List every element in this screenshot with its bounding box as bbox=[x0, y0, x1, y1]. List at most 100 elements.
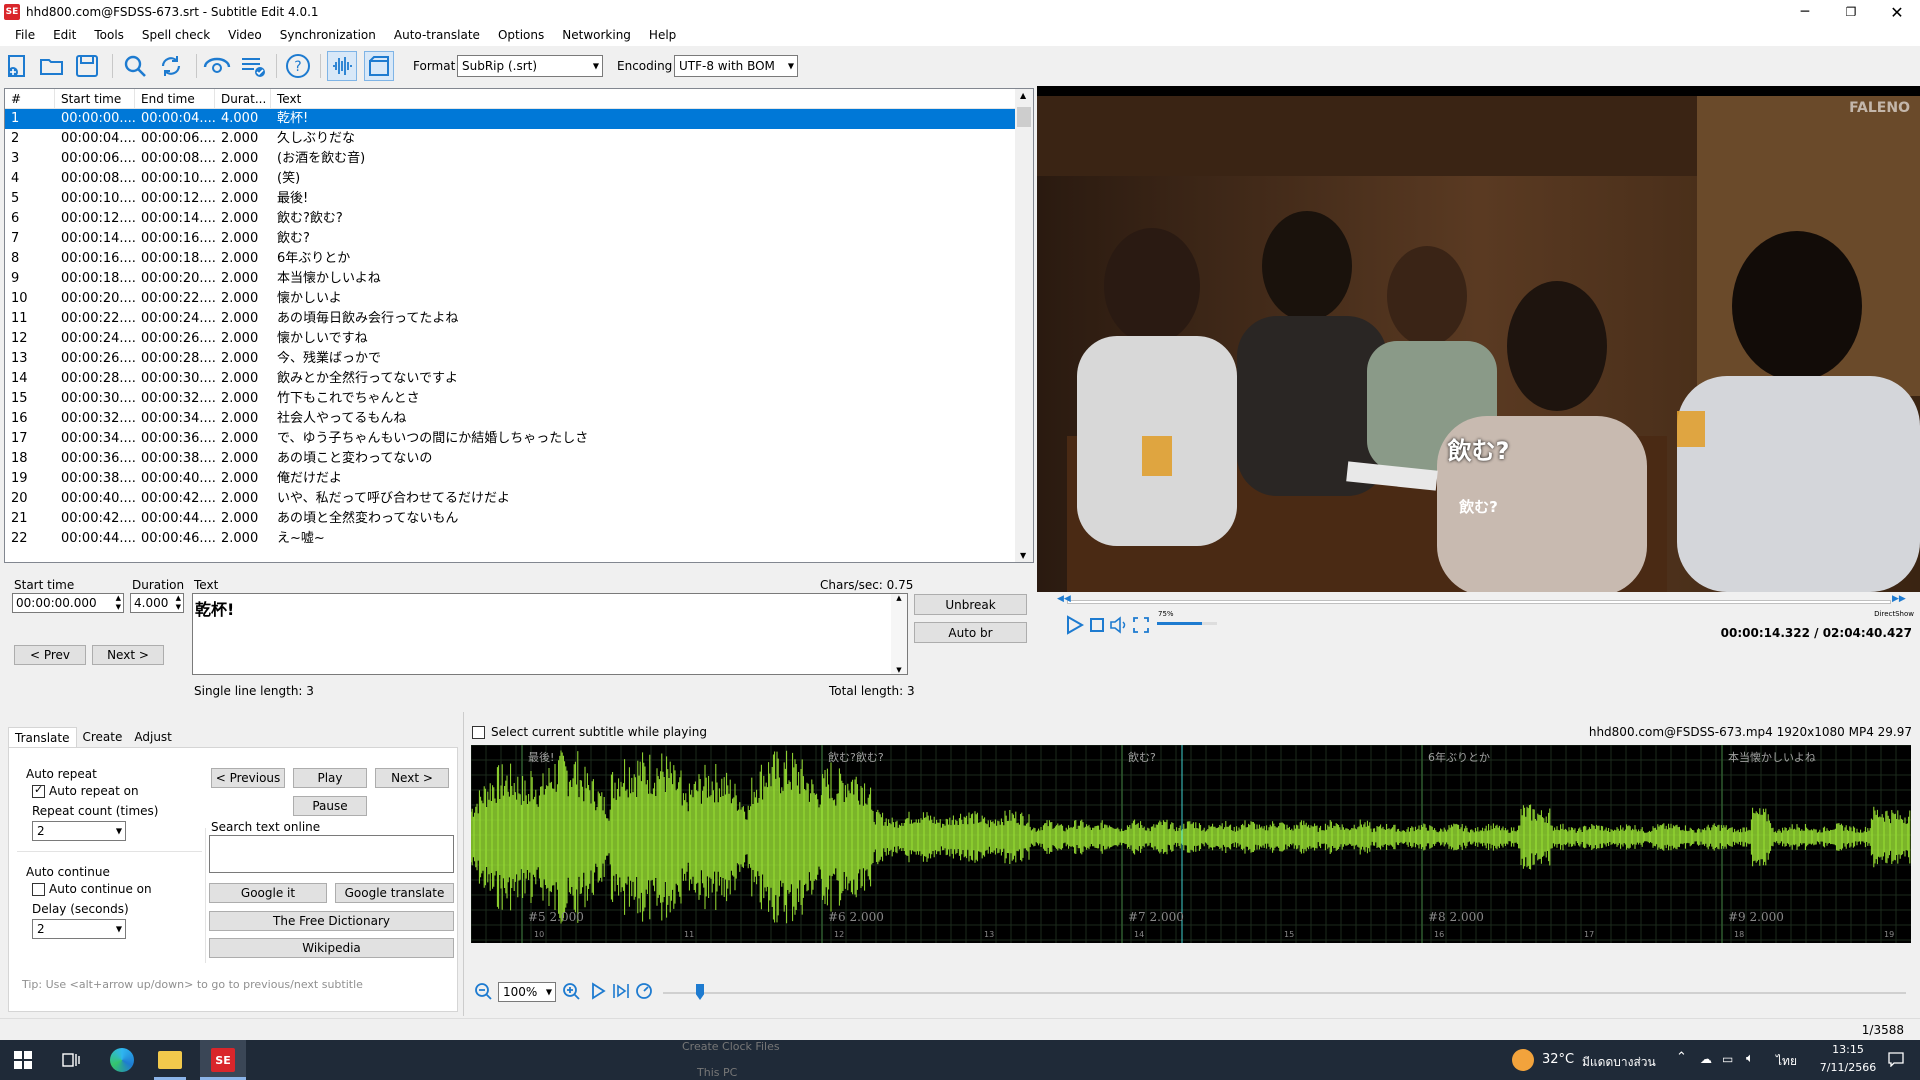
col-start-time[interactable]: Start time bbox=[55, 89, 135, 108]
repeat-count-select[interactable]: 2 ▼ bbox=[32, 821, 126, 841]
scroll-thumb[interactable] bbox=[1017, 107, 1031, 127]
menu-options[interactable]: Options bbox=[489, 28, 553, 42]
table-row[interactable]: 20 00:00:40.... 00:00:42.... 2.000 いや、私だって呼び… bbox=[5, 489, 1015, 509]
menu-video[interactable]: Video bbox=[219, 28, 271, 42]
table-row[interactable]: 11 00:00:22.... 00:00:24.... 2.000 あの頃毎日飲み会行… bbox=[5, 309, 1015, 329]
notification-icon[interactable] bbox=[1888, 1051, 1904, 1070]
tab-adjust[interactable]: Adjust bbox=[128, 727, 178, 747]
col-duration[interactable]: Durat... bbox=[215, 89, 271, 108]
free-dictionary-button[interactable]: The Free Dictionary bbox=[209, 911, 454, 931]
table-row[interactable]: 18 00:00:36.... 00:00:38.... 2.000 あの頃こと変わって… bbox=[5, 449, 1015, 469]
waveform-toggle-icon[interactable] bbox=[327, 51, 357, 81]
wikipedia-button[interactable]: Wikipedia bbox=[209, 938, 454, 958]
find-icon[interactable] bbox=[120, 51, 150, 81]
table-row[interactable]: 4 00:00:08.... 00:00:10.... 2.000 (笑) bbox=[5, 169, 1015, 189]
play-icon[interactable] bbox=[1063, 614, 1085, 639]
table-row[interactable]: 5 00:00:10.... 00:00:12.... 2.000 最後! bbox=[5, 189, 1015, 209]
checkbox-unchecked-icon[interactable] bbox=[472, 725, 485, 739]
table-row[interactable]: 14 00:00:28.... 00:00:30.... 2.000 飲みとか全然行って… bbox=[5, 369, 1015, 389]
next-button[interactable]: Next > bbox=[92, 645, 164, 665]
chevron-up-icon[interactable]: ⌃ bbox=[1676, 1050, 1687, 1065]
table-row[interactable]: 9 00:00:18.... 00:00:20.... 2.000 本当懐かしいよね bbox=[5, 269, 1015, 289]
minimize-button[interactable]: ─ bbox=[1782, 0, 1828, 24]
checkbox-unchecked-icon[interactable] bbox=[32, 882, 45, 896]
format-select[interactable]: SubRip (.srt) ▼ bbox=[457, 55, 603, 77]
search-online-input[interactable] bbox=[209, 835, 454, 873]
clock-date[interactable]: 7/11/2566 bbox=[1808, 1061, 1888, 1074]
volume-icon[interactable] bbox=[1109, 616, 1129, 637]
google-it-button[interactable]: Google it bbox=[209, 883, 327, 903]
auto-br-button[interactable]: Auto br bbox=[914, 622, 1027, 643]
play-button[interactable]: Play bbox=[293, 768, 367, 788]
table-row[interactable]: 8 00:00:16.... 00:00:18.... 2.000 6年ぶりとか bbox=[5, 249, 1015, 269]
select-current-checkbox[interactable]: Select current subtitle while playing bbox=[472, 725, 707, 739]
subtitle-list[interactable]: # Start time End time Durat... Text 1 00:… bbox=[4, 88, 1034, 563]
spell-check-icon[interactable] bbox=[238, 51, 268, 81]
windows-start-icon[interactable] bbox=[14, 1051, 32, 1072]
replace-icon[interactable] bbox=[156, 51, 186, 81]
zoom-out-icon[interactable] bbox=[474, 982, 492, 1003]
waveform-play-icon[interactable] bbox=[589, 982, 607, 1003]
table-row[interactable]: 15 00:00:30.... 00:00:32.... 2.000 竹下もこれでちゃん… bbox=[5, 389, 1015, 409]
previous-button[interactable]: < Previous bbox=[211, 768, 285, 788]
file-explorer-icon[interactable] bbox=[158, 1051, 182, 1069]
google-translate-button[interactable]: Google translate bbox=[335, 883, 454, 903]
menu-networking[interactable]: Networking bbox=[553, 28, 640, 42]
open-folder-icon[interactable] bbox=[37, 51, 67, 81]
table-row[interactable]: 7 00:00:14.... 00:00:16.... 2.000 飲む? bbox=[5, 229, 1015, 249]
start-time-input[interactable]: 00:00:00.000 ▲ ▼ bbox=[12, 593, 124, 613]
menu-file[interactable]: File bbox=[6, 28, 44, 42]
duration-input[interactable]: 4.000 ▲ ▼ bbox=[130, 593, 184, 613]
table-row[interactable]: 1 00:00:00.... 00:00:04.... 4.000 乾杯! bbox=[5, 109, 1015, 129]
next-subtitle-button[interactable]: Next > bbox=[375, 768, 449, 788]
playback-speed-icon[interactable] bbox=[635, 982, 653, 1003]
table-row[interactable]: 19 00:00:38.... 00:00:40.... 2.000 俺だけだよ bbox=[5, 469, 1015, 489]
slider-thumb[interactable] bbox=[696, 984, 704, 1000]
task-view-icon[interactable] bbox=[62, 1051, 80, 1072]
menu-spell-check[interactable]: Spell check bbox=[133, 28, 219, 42]
table-row[interactable]: 13 00:00:26.... 00:00:28.... 2.000 今、残業ばっかで bbox=[5, 349, 1015, 369]
weather-temp[interactable]: 32°C bbox=[1542, 1052, 1574, 1067]
waveform-position-slider[interactable] bbox=[663, 992, 1906, 994]
col-text[interactable]: Text bbox=[271, 89, 1015, 108]
table-row[interactable] bbox=[5, 549, 1015, 557]
tab-create[interactable]: Create bbox=[77, 727, 129, 747]
maximize-button[interactable]: ❐ bbox=[1828, 0, 1874, 24]
text-scrollbar[interactable]: ▲ ▼ bbox=[891, 594, 907, 674]
cloud-icon[interactable]: ☁ bbox=[1700, 1052, 1712, 1066]
table-row[interactable]: 16 00:00:32.... 00:00:34.... 2.000 社会人やってるもん… bbox=[5, 409, 1015, 429]
visual-sync-icon[interactable] bbox=[202, 51, 232, 81]
menu-auto-translate[interactable]: Auto-translate bbox=[385, 28, 489, 42]
pause-button[interactable]: Pause bbox=[293, 796, 367, 816]
table-row[interactable]: 6 00:00:12.... 00:00:14.... 2.000 飲む?飲む? bbox=[5, 209, 1015, 229]
clock-time[interactable]: 13:15 bbox=[1820, 1043, 1876, 1056]
scroll-up-icon[interactable]: ▲ bbox=[1020, 91, 1026, 100]
col-number[interactable]: # bbox=[5, 89, 55, 108]
tab-translate[interactable]: Translate bbox=[8, 727, 77, 747]
speaker-icon[interactable]: 🔈︎ bbox=[1746, 1051, 1754, 1066]
scroll-down-icon[interactable]: ▼ bbox=[1020, 551, 1026, 560]
video-player[interactable]: FALENO 飲む? 飲む? ◀◀ ▶▶ 75% DirectShow 00:0… bbox=[1037, 86, 1920, 664]
table-row[interactable]: 2 00:00:04.... 00:00:06.... 2.000 久しぶりだな bbox=[5, 129, 1015, 149]
edge-browser-icon[interactable] bbox=[110, 1048, 134, 1072]
table-row[interactable]: 21 00:00:42.... 00:00:44.... 2.000 あの頃と全然変わっ… bbox=[5, 509, 1015, 529]
seek-end-icon[interactable]: ▶▶ bbox=[1892, 594, 1906, 604]
play-selection-icon[interactable] bbox=[612, 982, 630, 1003]
network-icon[interactable]: ▭ bbox=[1722, 1052, 1733, 1066]
table-row[interactable]: 10 00:00:20.... 00:00:22.... 2.000 懐かしいよ bbox=[5, 289, 1015, 309]
video-toggle-icon[interactable] bbox=[364, 51, 394, 81]
menu-tools[interactable]: Tools bbox=[85, 28, 133, 42]
subtitle-text-input[interactable]: 乾杯! ▲ ▼ bbox=[192, 593, 908, 675]
zoom-select[interactable]: 100% ▼ bbox=[498, 982, 556, 1002]
table-row[interactable]: 22 00:00:44.... 00:00:46.... 2.000 え~嘘~ bbox=[5, 529, 1015, 549]
language-indicator[interactable]: ไทย bbox=[1776, 1052, 1797, 1071]
close-button[interactable]: ✕ bbox=[1874, 0, 1920, 24]
list-scrollbar[interactable]: ▲ ▼ bbox=[1015, 89, 1033, 562]
menu-help[interactable]: Help bbox=[640, 28, 685, 42]
stop-icon[interactable] bbox=[1089, 617, 1105, 636]
new-file-icon[interactable] bbox=[2, 51, 32, 81]
spinner-icon[interactable]: ▲ ▼ bbox=[116, 594, 121, 612]
auto-continue-checkbox[interactable]: Auto continue on bbox=[32, 882, 152, 896]
menu-edit[interactable]: Edit bbox=[44, 28, 85, 42]
table-row[interactable]: 17 00:00:34.... 00:00:36.... 2.000 で、ゆう子ちゃんも… bbox=[5, 429, 1015, 449]
